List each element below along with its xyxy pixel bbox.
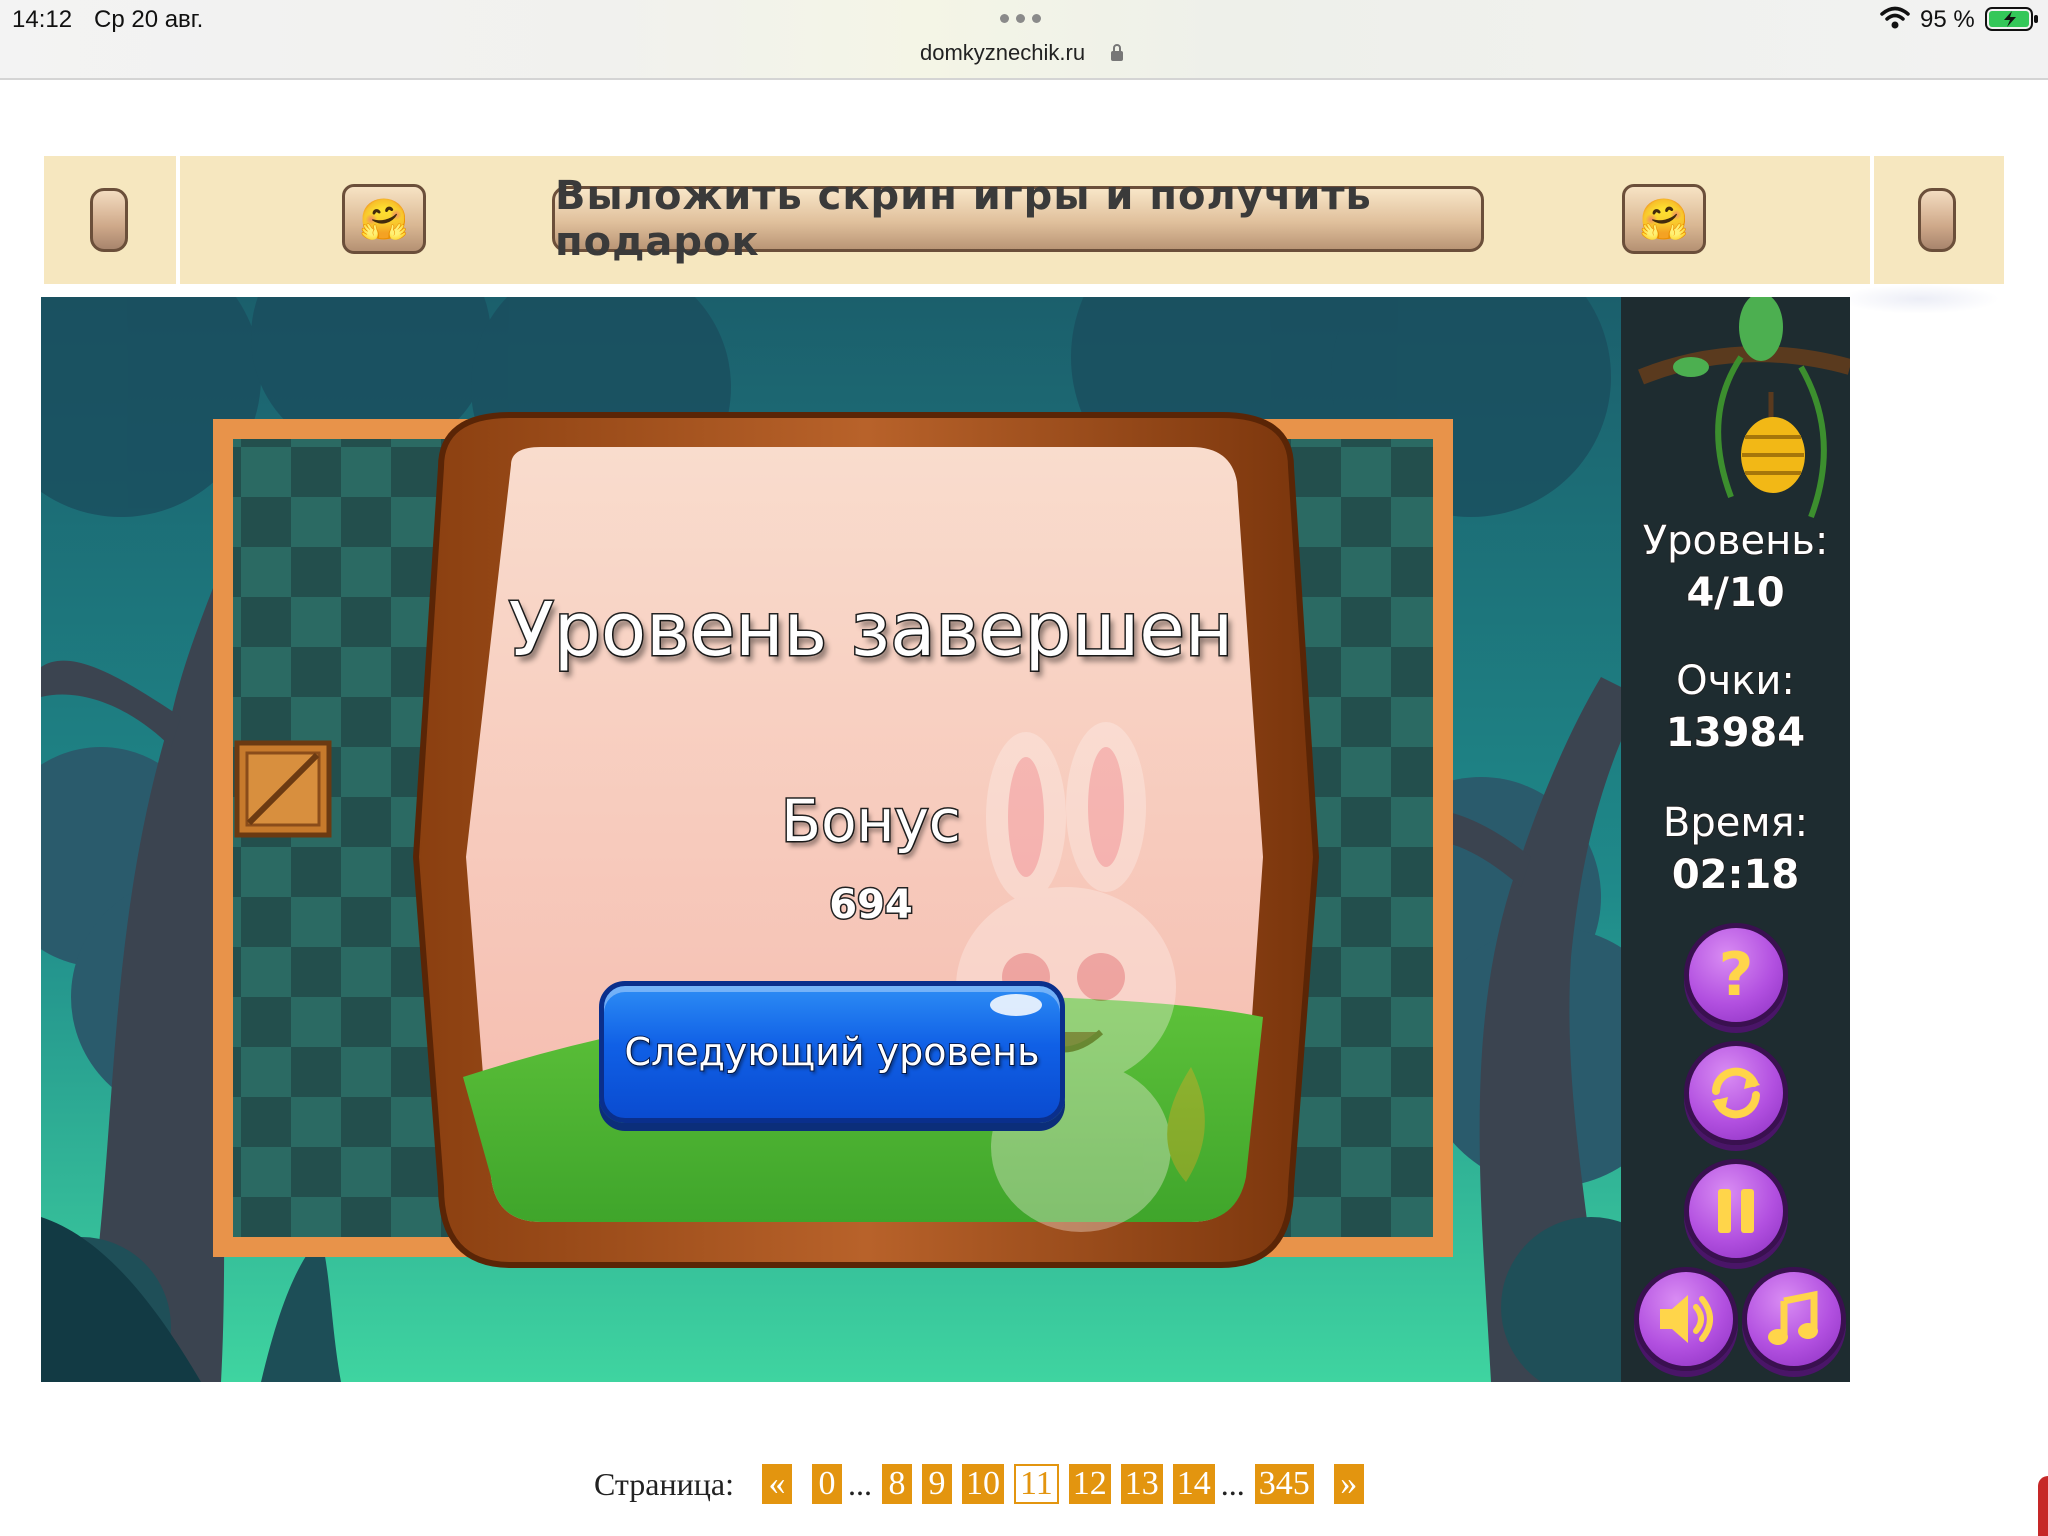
level-label: Уровень: <box>1642 517 1830 565</box>
pagination-page[interactable]: 10 <box>961 1464 1004 1504</box>
next-level-label: Следующий уровень <box>623 1029 1040 1075</box>
restart-icon <box>1712 1067 1760 1119</box>
wooden-crate <box>234 740 332 838</box>
pagination-page[interactable]: 9 <box>921 1464 952 1504</box>
battery-charging-icon <box>1985 7 2038 31</box>
pagination-next[interactable]: » <box>1333 1464 1364 1504</box>
wifi-icon <box>1880 6 1910 29</box>
pagination-page[interactable]: 0 <box>811 1464 842 1504</box>
sound-button[interactable] <box>1634 1267 1738 1371</box>
pagination-prev[interactable]: « <box>761 1464 792 1504</box>
pagination-label: Страница: <box>594 1465 734 1502</box>
status-bar: 14:12 Ср 20 авг. domkyznechik.ru 95 % <box>0 0 2048 80</box>
level-indicator: Уровень: 4/10 <box>1621 515 1850 619</box>
help-button[interactable]: ? <box>1684 923 1788 1027</box>
pagination-page[interactable]: 345 <box>1254 1464 1314 1504</box>
pagination-page[interactable]: 8 <box>881 1464 912 1504</box>
hugging-face-emoji-button[interactable]: 🤗 <box>1622 184 1706 254</box>
score-indicator: Очки: 13984 <box>1621 655 1850 759</box>
score-value: 13984 <box>1665 709 1806 757</box>
address-bar[interactable]: domkyznechik.ru <box>920 40 1085 66</box>
edge-tab[interactable] <box>2038 1476 2048 1536</box>
restart-button[interactable] <box>1684 1041 1788 1145</box>
hugging-face-icon: 🤗 <box>1639 197 1689 242</box>
button-gloss <box>990 994 1042 1016</box>
level-value: 4/10 <box>1685 569 1785 617</box>
date: Ср 20 авг. <box>94 6 204 33</box>
next-level-button[interactable]: Следующий уровень <box>599 981 1065 1123</box>
music-note-icon <box>1768 1290 1818 1345</box>
pagination: Страница: « 0 ... 8 9 10 11 12 13 14 ...… <box>594 1462 1374 1506</box>
pause-icon <box>1718 1189 1754 1233</box>
share-screenshot-button[interactable]: Выложить скрин игры и получить подарок <box>552 173 1484 265</box>
music-button[interactable] <box>1742 1267 1846 1371</box>
pagination-page[interactable]: 13 <box>1120 1464 1163 1504</box>
level-complete-title: Уровень завершен <box>507 586 1234 675</box>
pagination-ellipsis: ... <box>1220 1465 1245 1502</box>
banner-left-handle[interactable] <box>90 188 128 252</box>
banner-right-handle[interactable] <box>1918 188 1956 252</box>
pause-button[interactable] <box>1684 1159 1788 1263</box>
time-value: 02:18 <box>1671 851 1800 899</box>
time-indicator: Время: 02:18 <box>1621 797 1850 901</box>
question-mark-icon: ? <box>1718 940 1754 1010</box>
banner-divider <box>176 156 180 284</box>
bonus-value: 694 <box>828 881 915 930</box>
game-canvas[interactable]: Уровень завершен Бонус 694 Следующий уро… <box>41 297 1850 1382</box>
bonus-label: Бонус <box>780 786 962 857</box>
pagination-page[interactable]: 14 <box>1172 1464 1215 1504</box>
tab-menu-dots-icon[interactable] <box>1000 14 1041 23</box>
banner-divider <box>1870 156 1874 284</box>
promo-banner: 🤗 Выложить скрин игры и получить подарок… <box>44 156 2004 284</box>
time-label: Время: <box>1662 799 1809 847</box>
speaker-icon <box>1660 1295 1713 1343</box>
banner-shadow <box>1840 284 2000 314</box>
lock-icon <box>1111 44 1123 61</box>
score-label: Очки: <box>1675 657 1796 705</box>
hugging-face-emoji-button[interactable]: 🤗 <box>342 184 426 254</box>
pagination-current-page[interactable]: 11 <box>1013 1464 1059 1504</box>
battery-percent: 95 % <box>1920 6 1975 33</box>
pagination-ellipsis: ... <box>847 1465 872 1502</box>
hugging-face-icon: 🤗 <box>359 197 409 242</box>
clock: 14:12 <box>12 6 73 33</box>
pagination-page[interactable]: 12 <box>1068 1464 1111 1504</box>
